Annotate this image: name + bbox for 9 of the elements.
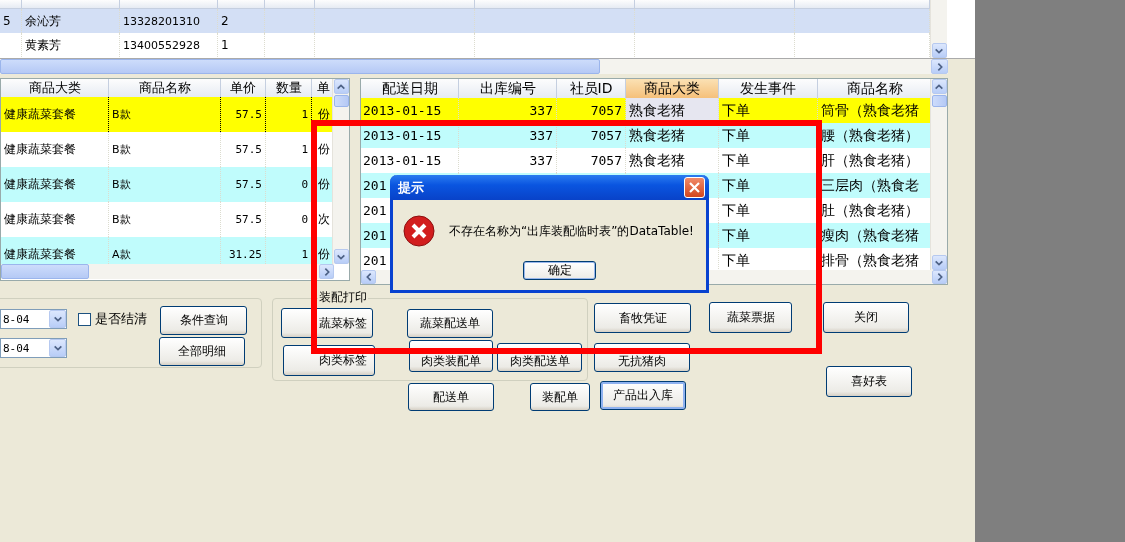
dialog-title: 提示 (398, 178, 424, 197)
table-cell: 13400552928 (120, 33, 218, 57)
table-cell: 337 (459, 98, 557, 123)
table-cell: 2013-01-15 (361, 98, 459, 123)
table-cell: 1 (218, 33, 265, 57)
table-cell: 下单 (719, 98, 818, 123)
group-title: 装配打印 (318, 289, 368, 306)
checkbox-label: 是否结清 (95, 310, 147, 328)
table-cell: 黄素芳 (22, 33, 120, 57)
